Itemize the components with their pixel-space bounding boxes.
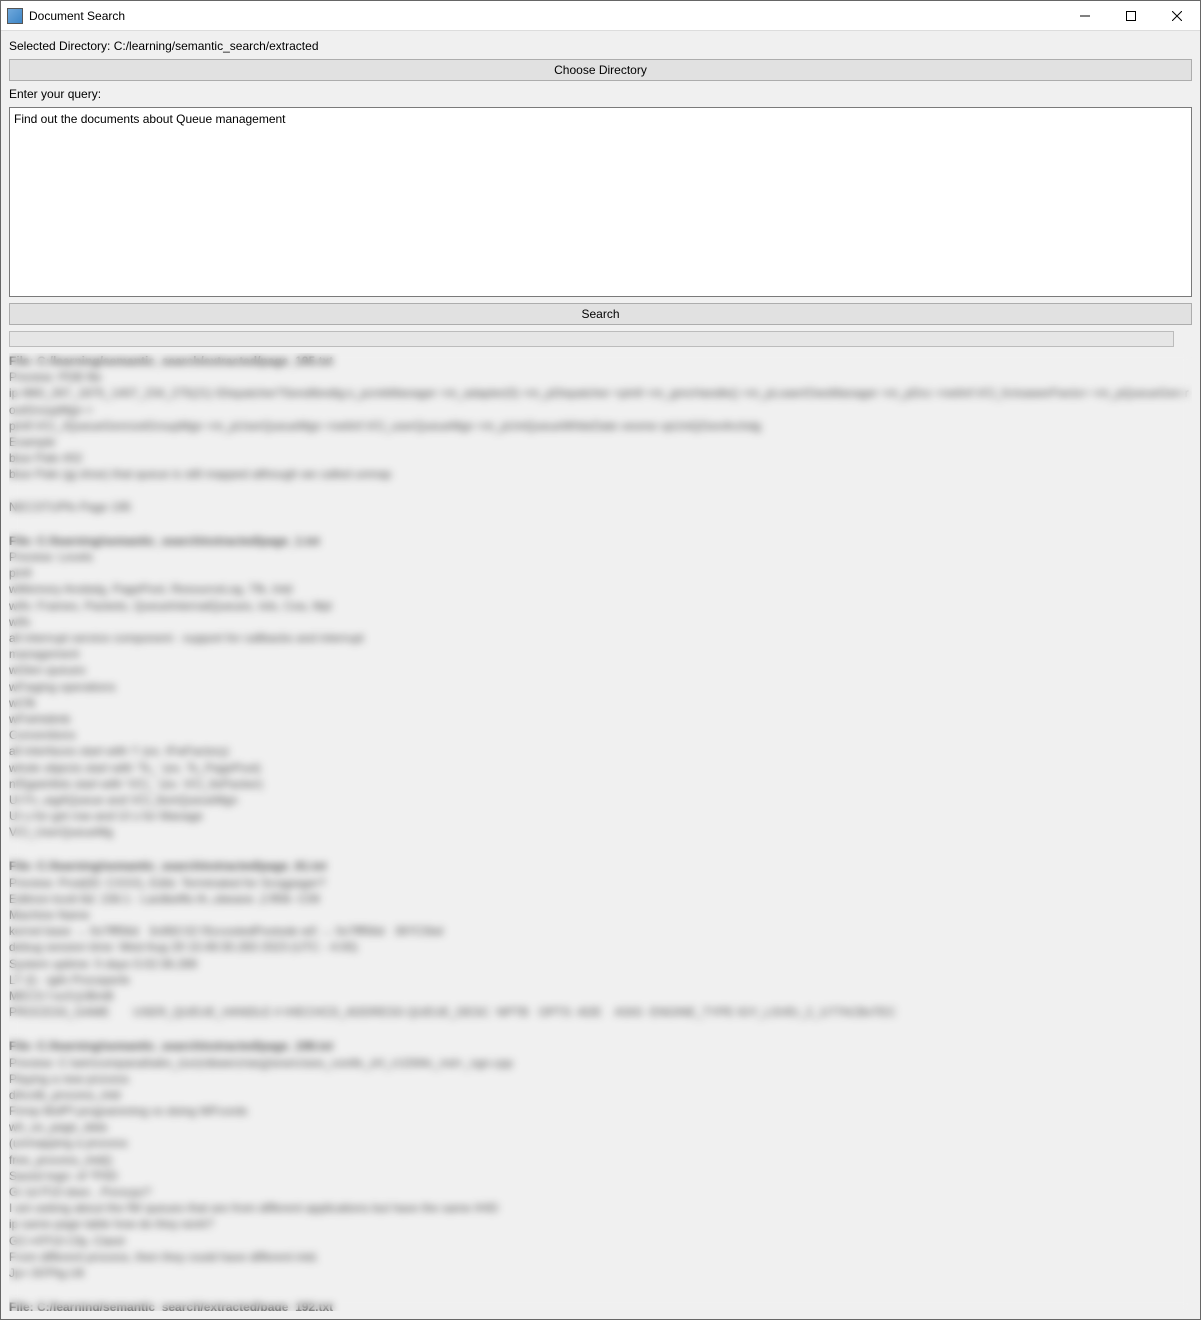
- result-body: Preview: PDB file ip i960_267_1875_1407_…: [9, 369, 1192, 515]
- result-block: File: C:/learning/semantic_search/extrac…: [9, 1038, 1192, 1281]
- result-title: File: C:/learning/semantic_search/extrac…: [9, 1299, 1192, 1311]
- maximize-button[interactable]: [1108, 1, 1154, 30]
- titlebar: Document Search: [1, 1, 1200, 31]
- progress-bar: [9, 331, 1174, 347]
- result-body: Preview: Levels pInfi wMemory Anstwig, P…: [9, 549, 1192, 840]
- close-icon: [1172, 11, 1182, 21]
- query-input[interactable]: Find out the documents about Queue manag…: [9, 107, 1192, 297]
- maximize-icon: [1126, 11, 1136, 21]
- result-block: File: C:/learning/semantic_search/extrac…: [9, 858, 1192, 1020]
- result-title: File: C:/learning/semantic_search/extrac…: [9, 533, 1192, 549]
- result-block: File: C:/learning/semantic_search/extrac…: [9, 1299, 1192, 1311]
- choose-directory-button[interactable]: Choose Directory: [9, 59, 1192, 81]
- result-block: File: C:/learning/semantic_search/extrac…: [9, 353, 1192, 515]
- result-body: Preview: C:\win\companal\wkn_lzxr(nibwer…: [9, 1055, 1192, 1282]
- search-button[interactable]: Search: [9, 303, 1192, 325]
- close-button[interactable]: [1154, 1, 1200, 30]
- client-area: Selected Directory: C:/learning/semantic…: [1, 31, 1200, 1319]
- app-window: Document Search Selected Directory: C:/l…: [0, 0, 1201, 1320]
- result-title: File: C:/learning/semantic_search/extrac…: [9, 353, 1192, 369]
- minimize-icon: [1080, 11, 1090, 21]
- result-title: File: C:/learning/semantic_search/extrac…: [9, 1038, 1192, 1054]
- selected-directory-prefix: Selected Directory:: [9, 39, 114, 53]
- selected-directory-label: Selected Directory: C:/learning/semantic…: [9, 39, 1192, 53]
- window-title: Document Search: [29, 9, 125, 23]
- app-icon: [7, 8, 23, 24]
- result-body: Preview: Prod(ID: CXXX), EdId. Terminate…: [9, 875, 1192, 1021]
- results-area: File: C:/learning/semantic_search/extrac…: [9, 353, 1192, 1311]
- minimize-button[interactable]: [1062, 1, 1108, 30]
- query-label: Enter your query:: [9, 87, 1192, 101]
- result-title: File: C:/learning/semantic_search/extrac…: [9, 858, 1192, 874]
- result-block: File: C:/learning/semantic_search/extrac…: [9, 533, 1192, 841]
- selected-directory-path: C:/learning/semantic_search/extracted: [114, 39, 319, 53]
